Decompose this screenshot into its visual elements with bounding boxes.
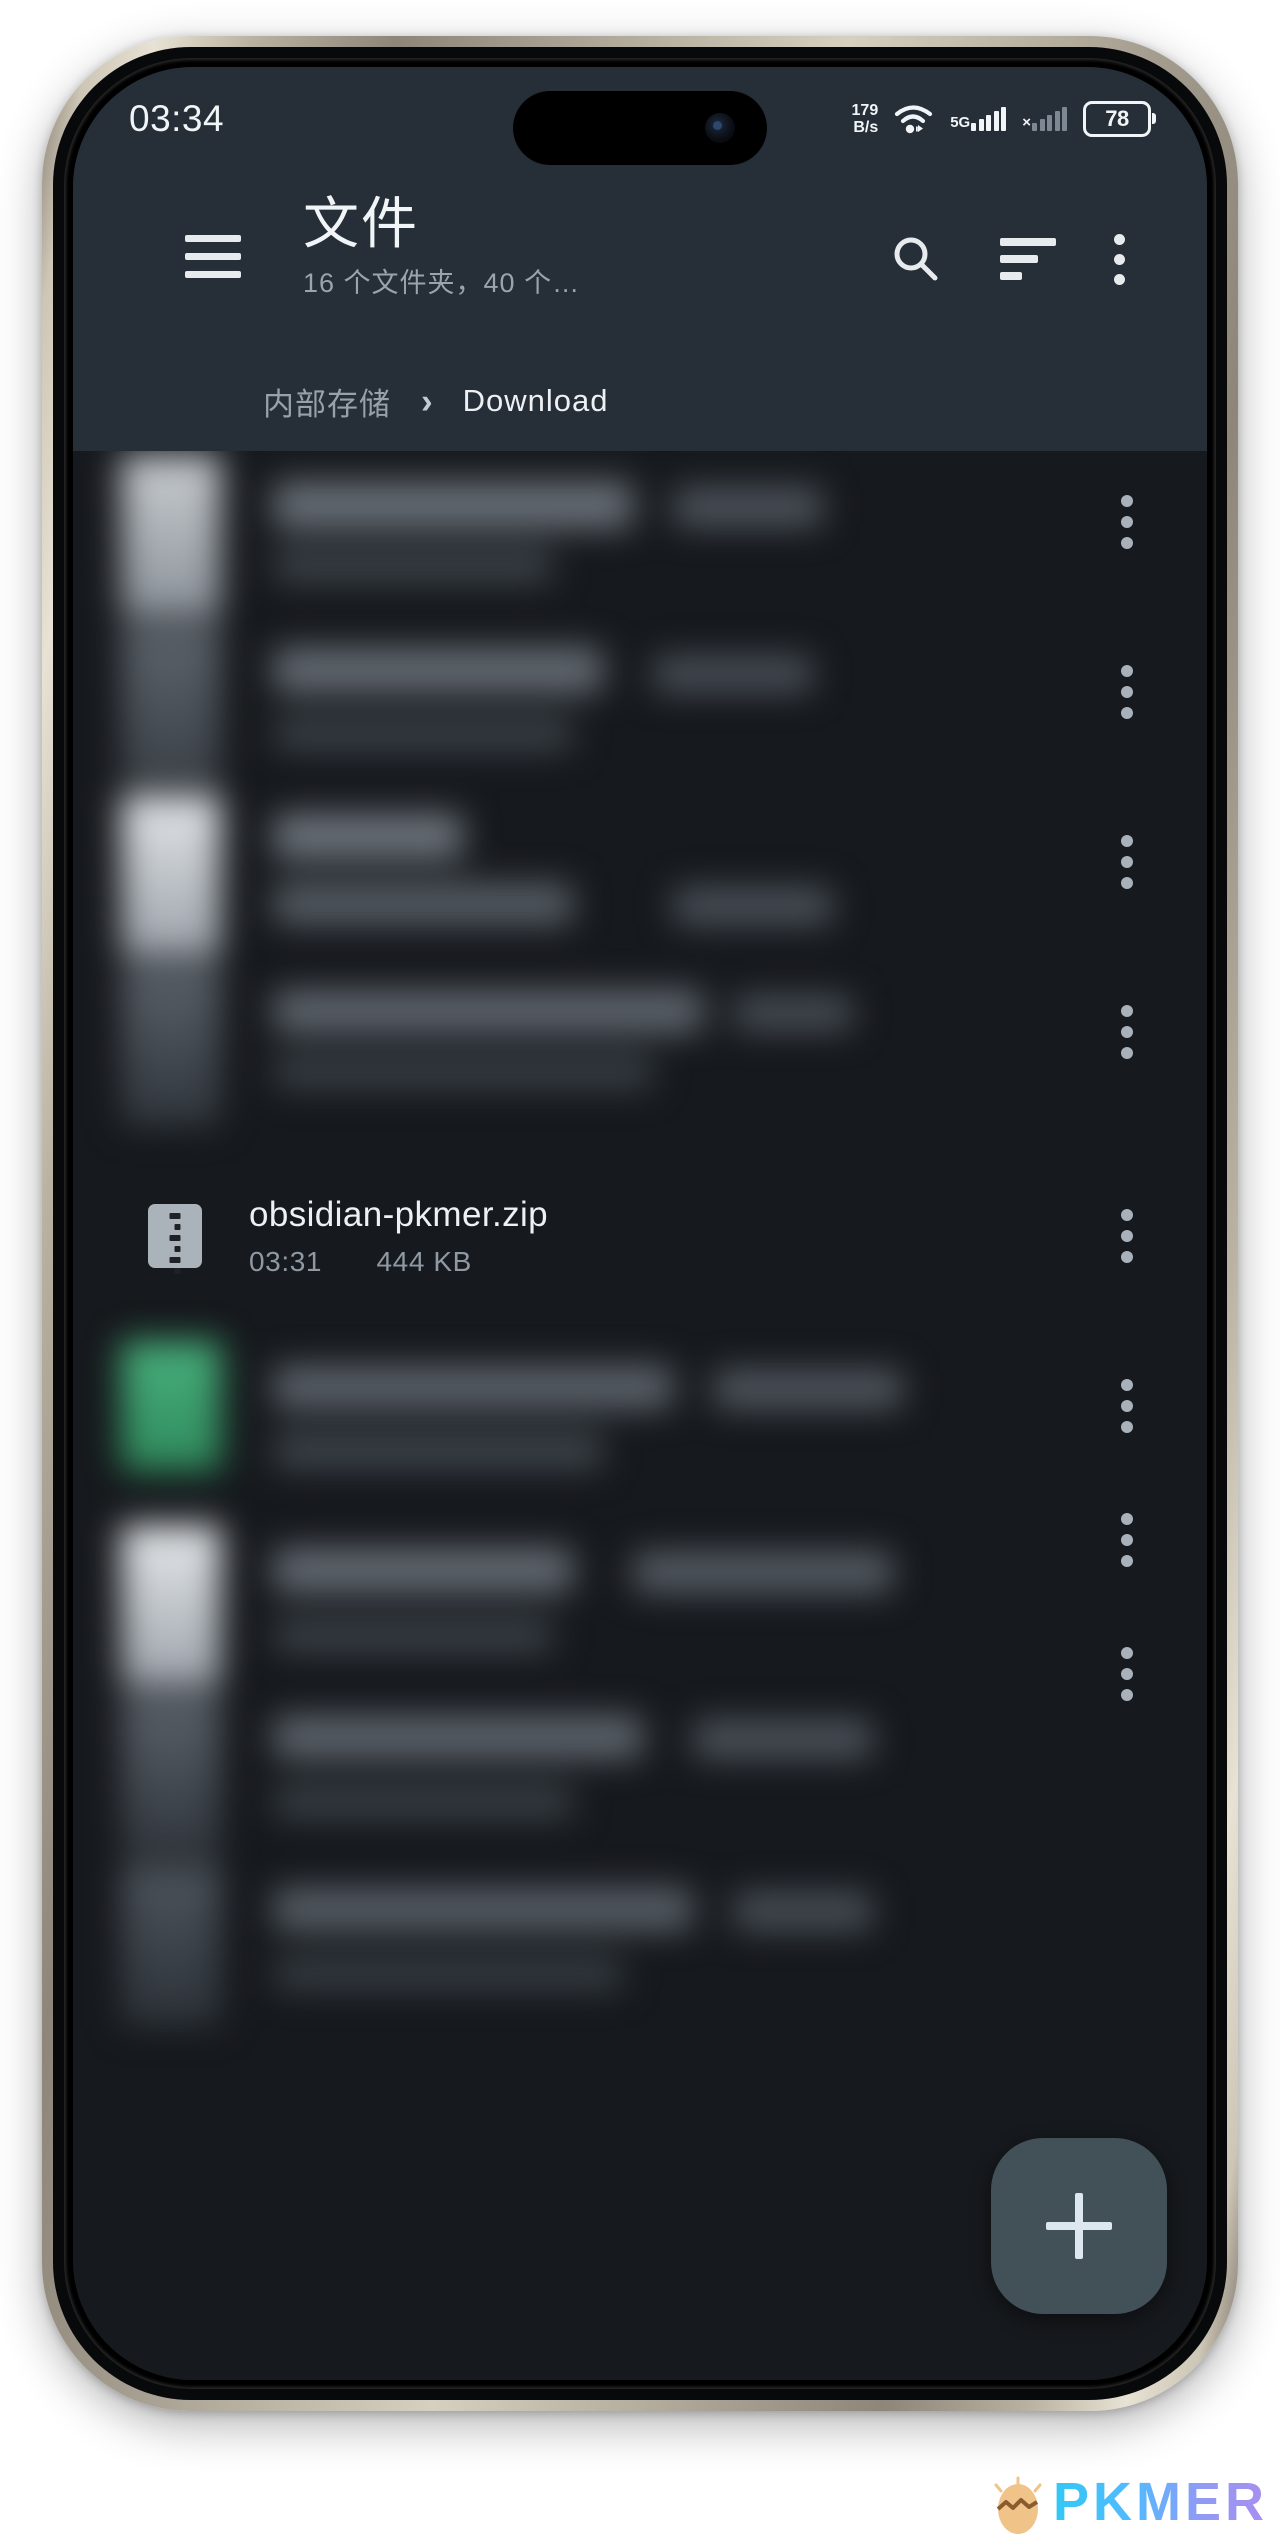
plus-icon bbox=[1046, 2193, 1112, 2259]
list-item[interactable] bbox=[73, 791, 1207, 961]
search-icon[interactable] bbox=[890, 233, 942, 285]
sim2-no-service-icon: × bbox=[1022, 114, 1031, 131]
phone-device-frame: 03:34 179 B/s 5G × 78 文件 16 个文件夹，40 个… 内… bbox=[42, 36, 1238, 2411]
phone-screen: 03:34 179 B/s 5G × 78 文件 16 个文件夹，40 个… 内… bbox=[73, 67, 1207, 2380]
dynamic-island bbox=[513, 91, 767, 165]
row-overflow-icon[interactable] bbox=[1121, 665, 1133, 719]
title-block: 文件 16 个文件夹，40 个… bbox=[303, 193, 580, 300]
list-item[interactable] bbox=[73, 1691, 1207, 1861]
zip-teeth-decoration bbox=[169, 1213, 181, 1279]
chevron-right-icon: › bbox=[421, 381, 433, 421]
breadcrumb: 内部存储 › Download bbox=[73, 351, 1207, 451]
app-bar-actions bbox=[890, 233, 1125, 285]
list-item[interactable] bbox=[73, 1341, 1207, 1521]
file-size: 444 KB bbox=[376, 1245, 472, 1277]
zip-file-icon bbox=[148, 1204, 202, 1274]
pkmer-egg-logo-icon bbox=[994, 2476, 1042, 2534]
page-title: 文件 bbox=[303, 192, 419, 255]
row-overflow-icon[interactable] bbox=[1121, 835, 1133, 889]
network-speed-indicator: 179 B/s bbox=[852, 102, 879, 136]
hamburger-menu-icon[interactable] bbox=[185, 235, 241, 278]
sim1-signal-bars bbox=[971, 107, 1007, 131]
pkmer-watermark-text: PKMER bbox=[1052, 2472, 1268, 2532]
list-item[interactable] bbox=[73, 1521, 1207, 1691]
sort-icon[interactable] bbox=[1000, 238, 1056, 280]
breadcrumb-item-internal-storage[interactable]: 内部存储 bbox=[263, 379, 391, 424]
row-overflow-icon[interactable] bbox=[1121, 1379, 1133, 1433]
pkmer-watermark: PKMER bbox=[989, 2469, 1268, 2535]
row-overflow-icon[interactable] bbox=[1121, 1005, 1133, 1059]
screen-bezel: 03:34 179 B/s 5G × 78 文件 16 个文件夹，40 个… 内… bbox=[64, 58, 1216, 2389]
add-button-fab[interactable] bbox=[991, 2138, 1167, 2314]
row-overflow-icon[interactable] bbox=[1121, 1513, 1133, 1567]
file-row-obsidian-pkmer-zip[interactable]: obsidian-pkmer.zip 03:31 444 KB bbox=[73, 1131, 1207, 1341]
battery-level-text: 78 bbox=[1105, 106, 1129, 131]
front-camera-icon bbox=[705, 113, 735, 143]
more-vertical-icon[interactable] bbox=[1114, 233, 1125, 285]
breadcrumb-item-download[interactable]: Download bbox=[463, 383, 609, 419]
row-overflow-icon[interactable] bbox=[1121, 1209, 1133, 1263]
network-speed-value: 179 bbox=[851, 102, 879, 119]
network-speed-unit: B/s bbox=[853, 119, 879, 136]
device-inner-shell: 03:34 179 B/s 5G × 78 文件 16 个文件夹，40 个… 内… bbox=[53, 47, 1227, 2400]
list-item[interactable] bbox=[73, 1861, 1207, 2031]
page-subtitle: 16 个文件夹，40 个… bbox=[303, 268, 581, 298]
list-item[interactable] bbox=[73, 961, 1207, 1131]
file-info: obsidian-pkmer.zip 03:31 444 KB bbox=[249, 1195, 1121, 1278]
file-meta: 03:31 444 KB bbox=[249, 1246, 1121, 1278]
file-name: obsidian-pkmer.zip bbox=[249, 1194, 549, 1234]
sim1-network-label: 5G bbox=[950, 114, 971, 131]
blurred-file-rows-above[interactable] bbox=[73, 451, 1207, 1131]
row-overflow-icon[interactable] bbox=[1121, 495, 1133, 549]
sim2-signal-bars bbox=[1032, 107, 1067, 131]
sim1-signal: 5G bbox=[950, 107, 1007, 131]
app-bar: 文件 16 个文件夹，40 个… bbox=[73, 171, 1207, 351]
list-item[interactable] bbox=[73, 451, 1207, 621]
file-list[interactable]: obsidian-pkmer.zip 03:31 444 KB bbox=[73, 451, 1207, 2380]
row-overflow-icon[interactable] bbox=[1121, 1647, 1133, 1701]
list-item[interactable] bbox=[73, 621, 1207, 791]
status-clock: 03:34 bbox=[129, 98, 225, 139]
battery-indicator: 78 bbox=[1083, 101, 1156, 137]
wifi-icon bbox=[895, 105, 933, 134]
blurred-file-rows-below[interactable] bbox=[73, 1341, 1207, 2031]
sim2-signal: × bbox=[1022, 107, 1067, 131]
status-indicators: 179 B/s 5G × 78 bbox=[852, 101, 1156, 137]
file-time: 03:31 bbox=[249, 1245, 323, 1277]
